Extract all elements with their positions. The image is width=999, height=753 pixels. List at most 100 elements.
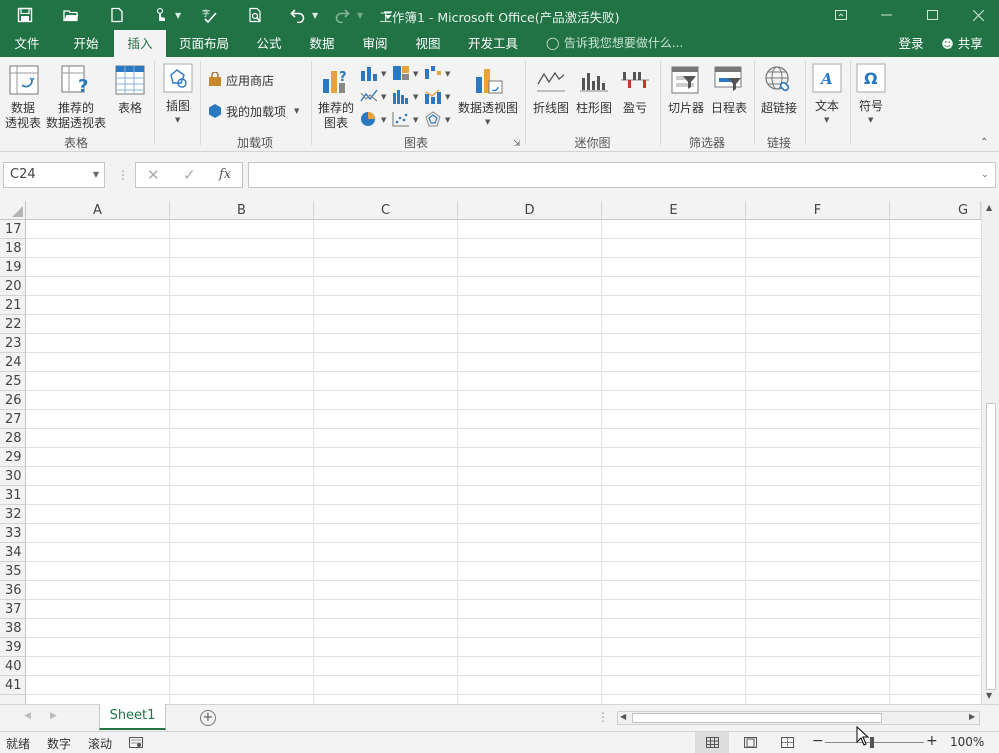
column-header-g[interactable]: G <box>890 201 981 220</box>
sparkline-line-button[interactable]: 折线图 <box>530 60 572 128</box>
sparkline-column-button[interactable]: 柱形图 <box>573 60 615 128</box>
row-header[interactable]: 25 <box>0 372 26 391</box>
row-header[interactable]: 35 <box>0 562 26 581</box>
row-header-partial[interactable] <box>0 695 26 704</box>
row-header[interactable]: 24 <box>0 353 26 372</box>
share-button[interactable]: ☻ 共享 <box>936 30 988 57</box>
statistic-chart-button[interactable]: ▼ <box>392 88 422 106</box>
row-header[interactable]: 34 <box>0 543 26 562</box>
pivot-table-button[interactable]: 数据 透视表 <box>3 60 43 130</box>
tab-page-layout[interactable]: 页面布局 <box>170 30 238 57</box>
table-button[interactable]: 表格 <box>112 60 148 128</box>
row-header[interactable]: 31 <box>0 486 26 505</box>
maximize-icon[interactable] <box>909 0 955 30</box>
formula-input[interactable]: ⌄ <box>248 162 996 188</box>
row-header[interactable]: 18 <box>0 239 26 258</box>
horizontal-scrollbar[interactable]: ◀ ▶ <box>617 711 980 725</box>
scroll-up-icon[interactable]: ▲ <box>986 203 992 212</box>
hyperlink-button[interactable]: 超链接 <box>758 60 800 128</box>
cancel-entry-icon[interactable]: ✕ <box>147 166 160 184</box>
sparkline-winloss-button[interactable]: 盈亏 <box>616 60 654 128</box>
zoom-slider-handle[interactable] <box>870 737 874 748</box>
confirm-entry-icon[interactable]: ✓ <box>183 166 196 184</box>
ribbon-display-options-icon[interactable] <box>818 0 864 30</box>
pivot-chart-button[interactable]: 数据透视图 ▼ <box>456 60 520 128</box>
row-header[interactable]: 37 <box>0 600 26 619</box>
minimize-icon[interactable] <box>863 0 909 30</box>
tab-developer[interactable]: 开发工具 <box>460 30 526 57</box>
macro-record-icon[interactable] <box>129 737 143 748</box>
vertical-scroll-thumb[interactable] <box>986 403 996 690</box>
tab-data[interactable]: 数据 <box>298 30 346 57</box>
row-header[interactable]: 17 <box>0 220 26 239</box>
name-box[interactable]: C24 ▼ <box>3 162 105 188</box>
tab-home[interactable]: 开始 <box>60 30 112 57</box>
row-header[interactable]: 28 <box>0 429 26 448</box>
charts-dialog-launcher-icon[interactable]: ⇲ <box>513 139 521 149</box>
page-layout-view-icon[interactable] <box>744 737 757 748</box>
zoom-level[interactable]: 100% <box>950 735 984 749</box>
add-sheet-icon[interactable]: + <box>200 710 216 726</box>
column-chart-button[interactable]: ▼ <box>360 65 390 83</box>
row-header[interactable]: 41 <box>0 676 26 695</box>
scroll-left-icon[interactable]: ◀ <box>620 712 626 721</box>
slicer-button[interactable]: 切片器 <box>665 60 707 128</box>
horizontal-scroll-thumb[interactable] <box>632 713 882 723</box>
tab-formulas[interactable]: 公式 <box>245 30 293 57</box>
row-header[interactable]: 33 <box>0 524 26 543</box>
row-header[interactable]: 38 <box>0 619 26 638</box>
row-header[interactable]: 29 <box>0 448 26 467</box>
row-header[interactable]: 22 <box>0 315 26 334</box>
row-header[interactable]: 19 <box>0 258 26 277</box>
row-header[interactable]: 27 <box>0 410 26 429</box>
column-header-f[interactable]: F <box>746 201 890 220</box>
normal-view-button[interactable] <box>695 732 729 753</box>
line-chart-button[interactable]: ▼ <box>360 88 390 106</box>
select-all-corner[interactable] <box>0 201 26 220</box>
insert-function-icon[interactable]: fx <box>219 167 231 182</box>
tell-me-box[interactable]: ◯ 告诉我您想要做什么... <box>546 30 683 57</box>
column-header-e[interactable]: E <box>602 201 746 220</box>
column-header-a[interactable]: A <box>26 201 170 220</box>
symbols-button[interactable]: Ω 符号 ▼ <box>853 60 889 128</box>
scroll-down-icon[interactable]: ▼ <box>986 691 992 700</box>
row-header[interactable]: 36 <box>0 581 26 600</box>
row-header[interactable]: 23 <box>0 334 26 353</box>
tab-split-grip-icon[interactable]: ⋮ <box>597 710 609 724</box>
row-header[interactable]: 32 <box>0 505 26 524</box>
tab-file[interactable]: 文件 <box>3 30 51 57</box>
column-header-c[interactable]: C <box>314 201 458 220</box>
row-header[interactable]: 39 <box>0 638 26 657</box>
zoom-in-icon[interactable]: + <box>926 733 938 749</box>
column-header-d[interactable]: D <box>458 201 602 220</box>
tab-insert[interactable]: 插入 <box>114 30 166 57</box>
column-header-b[interactable]: B <box>170 201 314 220</box>
login-link[interactable]: 登录 <box>892 30 930 57</box>
timeline-button[interactable]: 日程表 <box>708 60 750 128</box>
my-addins-button[interactable]: 我的加载项 ▼ <box>206 101 306 121</box>
scroll-right-icon[interactable]: ▶ <box>969 712 975 721</box>
zoom-out-icon[interactable]: − <box>812 733 824 749</box>
worksheet-grid[interactable]: A B C D E F G 17 18 19 20 21 22 23 24 25 26 27 28 29… <box>0 201 999 704</box>
pie-chart-button[interactable]: ▼ <box>360 111 390 129</box>
formula-bar-grip-icon[interactable]: ⋮ <box>117 168 129 182</box>
row-header[interactable]: 26 <box>0 391 26 410</box>
tab-view[interactable]: 视图 <box>404 30 452 57</box>
combo-chart-button[interactable]: ▼ <box>424 88 454 106</box>
vertical-scrollbar[interactable]: ▲ ▼ <box>981 201 999 704</box>
sheet-tab-sheet1[interactable]: Sheet1 <box>99 704 166 730</box>
sheet-next-icon[interactable]: ▶ <box>50 711 57 721</box>
name-box-dropdown-icon[interactable]: ▼ <box>93 163 99 187</box>
sheet-prev-icon[interactable]: ◀ <box>24 711 31 721</box>
expand-formula-bar-icon[interactable]: ⌄ <box>981 170 989 180</box>
store-button[interactable]: 应用商店 <box>206 70 286 90</box>
scatter-chart-button[interactable]: ▼ <box>392 111 422 129</box>
radar-chart-button[interactable]: ▼ <box>424 111 454 129</box>
row-header[interactable]: 21 <box>0 296 26 315</box>
close-icon[interactable] <box>955 0 999 30</box>
recommended-charts-button[interactable]: ? 推荐的 图表 <box>316 60 356 130</box>
page-break-view-icon[interactable] <box>781 737 794 748</box>
zoom-slider-track[interactable] <box>825 742 924 743</box>
row-header[interactable]: 20 <box>0 277 26 296</box>
recommended-pivot-button[interactable]: ? 推荐的 数据透视表 <box>45 60 107 130</box>
